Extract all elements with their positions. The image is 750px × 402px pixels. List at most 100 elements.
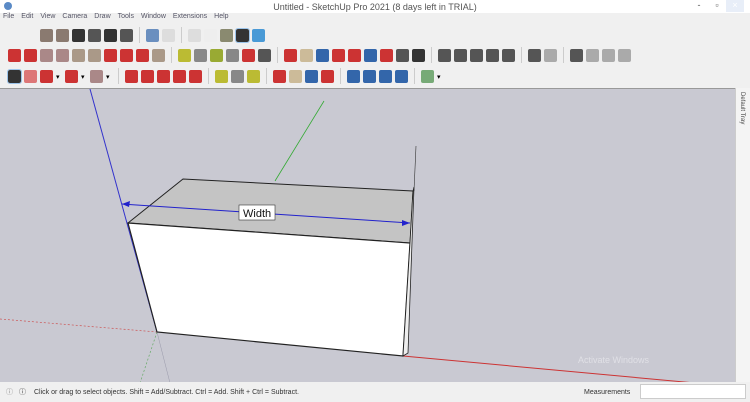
- shaded-textures-icon[interactable]: [220, 28, 233, 42]
- dimension-label[interactable]: Width: [243, 208, 271, 220]
- move-icon[interactable]: [157, 69, 170, 83]
- right-view-icon[interactable]: [88, 28, 101, 42]
- look-around-icon[interactable]: [396, 48, 409, 62]
- push-pull-icon[interactable]: [125, 69, 138, 83]
- shaded-icon[interactable]: [204, 28, 217, 42]
- generate-report-icon[interactable]: [528, 48, 541, 62]
- zoom-icon[interactable]: [305, 69, 318, 83]
- menu-extensions[interactable]: Extensions: [173, 13, 207, 25]
- default-tray[interactable]: Default Tray: [735, 88, 750, 382]
- paint-bucket-icon[interactable]: [247, 69, 260, 83]
- dropdown-arrow-icon[interactable]: ▾: [56, 73, 62, 81]
- select-icon[interactable]: [7, 68, 22, 84]
- dropdown-arrow-icon[interactable]: ▾: [106, 73, 112, 81]
- xray-icon[interactable]: [146, 28, 159, 42]
- lock-icon[interactable]: [618, 48, 631, 62]
- extension-warehouse-icon[interactable]: [470, 48, 483, 62]
- tags-icon[interactable]: [395, 69, 408, 83]
- help-icon[interactable]: ⓘ: [6, 387, 13, 397]
- scenes-icon[interactable]: [570, 48, 583, 62]
- zoom-extents-icon[interactable]: [321, 69, 334, 83]
- maximize-button[interactable]: ▫: [708, 0, 726, 12]
- model-viewport[interactable]: Width: [0, 88, 735, 382]
- toolbar-separator: [139, 27, 140, 43]
- dropdown-arrow-icon[interactable]: ▾: [437, 73, 443, 81]
- model-canvas[interactable]: Width: [0, 89, 735, 382]
- freehand-icon[interactable]: [24, 48, 37, 62]
- text-icon[interactable]: [226, 48, 239, 62]
- arc-tool-icon[interactable]: [65, 69, 78, 83]
- footprints-icon[interactable]: [412, 48, 425, 62]
- back-view-icon[interactable]: [104, 28, 117, 42]
- polygon-icon[interactable]: [88, 48, 101, 62]
- rectangle-icon[interactable]: [40, 48, 53, 62]
- left-view-icon[interactable]: [120, 28, 133, 42]
- info-icon[interactable]: ⓘ: [19, 387, 26, 397]
- iso-view-icon[interactable]: [40, 28, 53, 42]
- eraser-icon[interactable]: [24, 69, 37, 83]
- wireframe-icon[interactable]: [162, 28, 175, 42]
- axes-icon[interactable]: [242, 48, 255, 62]
- report2-icon[interactable]: [544, 48, 557, 62]
- account-icon[interactable]: [421, 69, 434, 83]
- trimble-connect-icon[interactable]: [486, 48, 499, 62]
- warehouse-icon[interactable]: [454, 48, 467, 62]
- green-axis: [274, 100, 325, 182]
- arc-icon[interactable]: [104, 48, 117, 62]
- monochrome-icon[interactable]: [235, 27, 250, 43]
- pie-icon[interactable]: [152, 48, 165, 62]
- line-icon[interactable]: [40, 69, 53, 83]
- position-camera-icon[interactable]: [364, 48, 377, 62]
- menu-view[interactable]: View: [40, 13, 55, 25]
- layout2-icon[interactable]: [602, 48, 615, 62]
- circle-icon[interactable]: [72, 48, 85, 62]
- 3d-text-icon[interactable]: [258, 48, 271, 62]
- tray-label[interactable]: Default Tray: [739, 92, 745, 124]
- zoom-window-icon[interactable]: [332, 48, 345, 62]
- shape-icon[interactable]: [90, 69, 103, 83]
- pan-icon[interactable]: [289, 69, 302, 83]
- front-view-icon[interactable]: [72, 28, 85, 42]
- measurements-input[interactable]: [640, 384, 746, 399]
- rotate-icon[interactable]: [173, 69, 186, 83]
- box-front-face[interactable]: [127, 222, 411, 357]
- hidden-line-icon[interactable]: [188, 28, 201, 42]
- zoom-extents-icon[interactable]: [348, 48, 361, 62]
- dimension-icon[interactable]: [194, 48, 207, 62]
- orbit-icon[interactable]: [284, 48, 297, 62]
- status-bar: ⓘ ⓘ Click or drag to select objects. Shi…: [0, 382, 750, 402]
- layout1-icon[interactable]: [586, 48, 599, 62]
- zoom-icon[interactable]: [316, 48, 329, 62]
- text-tool-icon[interactable]: [231, 69, 244, 83]
- outliner-icon[interactable]: [347, 69, 360, 83]
- rotated-rectangle-icon[interactable]: [56, 48, 69, 62]
- menu-window[interactable]: Window: [141, 13, 166, 25]
- sync-icon[interactable]: [502, 48, 515, 62]
- pan-icon[interactable]: [300, 48, 313, 62]
- menu-camera[interactable]: Camera: [62, 13, 87, 25]
- dropdown-arrow-icon[interactable]: ▾: [81, 73, 87, 81]
- menu-file[interactable]: File: [3, 13, 14, 25]
- menu-draw[interactable]: Draw: [94, 13, 110, 25]
- orbit-icon[interactable]: [273, 69, 286, 83]
- scale-icon[interactable]: [189, 69, 202, 83]
- minimize-button[interactable]: -: [690, 0, 708, 12]
- top-view-icon[interactable]: [56, 28, 69, 42]
- follow-me-icon[interactable]: [141, 69, 154, 83]
- menu-tools[interactable]: Tools: [118, 13, 134, 25]
- close-button[interactable]: ×: [726, 0, 744, 12]
- pencil-icon[interactable]: [8, 48, 21, 62]
- menu-help[interactable]: Help: [214, 13, 228, 25]
- 2pt-arc-icon[interactable]: [120, 48, 133, 62]
- components-icon[interactable]: [363, 69, 376, 83]
- shaded-blue-icon[interactable]: [252, 28, 265, 42]
- tape-icon[interactable]: [215, 69, 228, 83]
- walk-icon[interactable]: [380, 48, 393, 62]
- menu-edit[interactable]: Edit: [21, 13, 33, 25]
- status-hint: Click or drag to select objects. Shift =…: [34, 388, 299, 396]
- protractor-icon[interactable]: [210, 48, 223, 62]
- 3pt-arc-icon[interactable]: [136, 48, 149, 62]
- model-info-icon[interactable]: [438, 48, 451, 62]
- styles-icon[interactable]: [379, 69, 392, 83]
- tape-measure-icon[interactable]: [178, 48, 191, 62]
